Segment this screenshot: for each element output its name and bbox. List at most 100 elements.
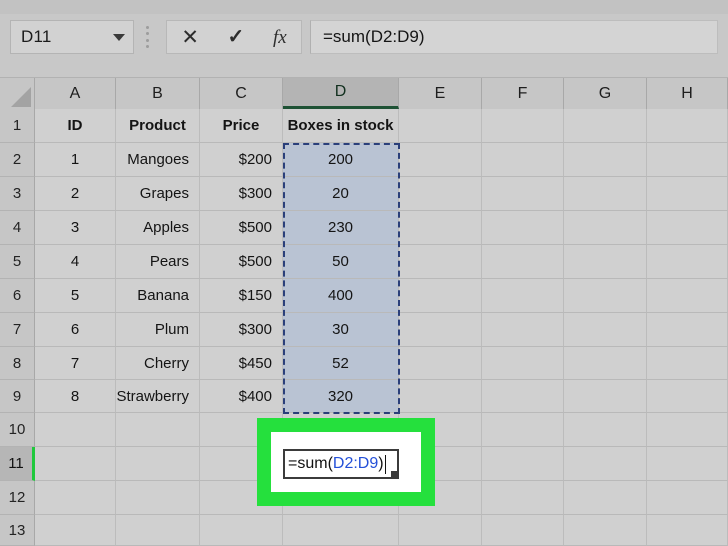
cell-F4[interactable]	[482, 211, 564, 245]
row-header-11[interactable]: 11	[0, 447, 35, 481]
cell-C1-header[interactable]: Price	[200, 109, 283, 143]
cell-A12[interactable]	[35, 481, 116, 515]
column-header-C[interactable]: C	[200, 78, 283, 109]
row-header-4[interactable]: 4	[0, 211, 35, 245]
cell-E4[interactable]	[399, 211, 482, 245]
cell-G6[interactable]	[564, 279, 647, 313]
cell-E5[interactable]	[399, 245, 482, 279]
cell-B6[interactable]: Banana	[116, 279, 200, 313]
cell-D6[interactable]: 400	[283, 279, 399, 313]
cell-E6[interactable]	[399, 279, 482, 313]
cell-G3[interactable]	[564, 177, 647, 211]
cell-B3[interactable]: Grapes	[116, 177, 200, 211]
cell-F7[interactable]	[482, 313, 564, 347]
cell-H10[interactable]	[647, 413, 728, 447]
cell-D2[interactable]: 200	[283, 143, 399, 177]
cell-A5[interactable]: 4	[35, 245, 116, 279]
cell-B10[interactable]	[116, 413, 200, 447]
worksheet-grid[interactable]: ABCDEFGH 1 2 3 4 5 6 7 8 9 10 11 12 13 ID Product Pric…	[0, 78, 728, 546]
cell-A7[interactable]: 6	[35, 313, 116, 347]
cell-E13[interactable]	[399, 515, 482, 546]
cell-editor-D11[interactable]: =sum(D2:D9)	[283, 449, 399, 479]
select-all-corner[interactable]	[0, 78, 35, 109]
cell-H3[interactable]	[647, 177, 728, 211]
row-header-2[interactable]: 2	[0, 143, 35, 177]
cell-E2[interactable]	[399, 143, 482, 177]
cell-G9[interactable]	[564, 380, 647, 413]
cell-C4[interactable]: $500	[200, 211, 283, 245]
column-header-D[interactable]: D	[283, 78, 399, 109]
cell-G11[interactable]	[564, 447, 647, 481]
cell-D4[interactable]: 230	[283, 211, 399, 245]
cell-B2[interactable]: Mangoes	[116, 143, 200, 177]
cell-H4[interactable]	[647, 211, 728, 245]
cell-C5[interactable]: $500	[200, 245, 283, 279]
cell-A11[interactable]	[35, 447, 116, 481]
cell-A10[interactable]	[35, 413, 116, 447]
cell-D3[interactable]: 20	[283, 177, 399, 211]
name-box[interactable]: D11	[10, 20, 134, 54]
column-header-B[interactable]: B	[116, 78, 200, 109]
cell-H7[interactable]	[647, 313, 728, 347]
cell-A6[interactable]: 5	[35, 279, 116, 313]
cell-G8[interactable]	[564, 347, 647, 380]
cell-B4[interactable]: Apples	[116, 211, 200, 245]
cell-C7[interactable]: $300	[200, 313, 283, 347]
cell-D1-header[interactable]: Boxes in stock	[283, 109, 399, 143]
cell-F12[interactable]	[482, 481, 564, 515]
cell-E7[interactable]	[399, 313, 482, 347]
cell-H11[interactable]	[647, 447, 728, 481]
cell-D13[interactable]	[283, 515, 399, 546]
cell-F2[interactable]	[482, 143, 564, 177]
cell-F11[interactable]	[482, 447, 564, 481]
cell-B9[interactable]: Strawberry	[116, 380, 200, 413]
fx-icon[interactable]: fx	[273, 28, 287, 47]
cell-D7[interactable]: 30	[283, 313, 399, 347]
cell-G5[interactable]	[564, 245, 647, 279]
row-header-1[interactable]: 1	[0, 109, 35, 143]
cell-E8[interactable]	[399, 347, 482, 380]
column-header-E[interactable]: E	[399, 78, 482, 109]
cell-G10[interactable]	[564, 413, 647, 447]
cell-H5[interactable]	[647, 245, 728, 279]
cell-F6[interactable]	[482, 279, 564, 313]
cell-E3[interactable]	[399, 177, 482, 211]
cell-H1[interactable]	[647, 109, 728, 143]
row-header-8[interactable]: 8	[0, 347, 35, 380]
cell-E1[interactable]	[399, 109, 482, 143]
cell-H2[interactable]	[647, 143, 728, 177]
row-header-13[interactable]: 13	[0, 515, 35, 546]
row-header-9[interactable]: 9	[0, 380, 35, 413]
column-header-H[interactable]: H	[647, 78, 728, 109]
row-header-7[interactable]: 7	[0, 313, 35, 347]
row-header-12[interactable]: 12	[0, 481, 35, 515]
cell-B8[interactable]: Cherry	[116, 347, 200, 380]
cell-B13[interactable]	[116, 515, 200, 546]
cell-A2[interactable]: 1	[35, 143, 116, 177]
chevron-down-icon[interactable]	[113, 33, 125, 41]
cell-A9[interactable]: 8	[35, 380, 116, 413]
cell-C2[interactable]: $200	[200, 143, 283, 177]
cell-G12[interactable]	[564, 481, 647, 515]
formula-input[interactable]: =sum(D2:D9)	[310, 20, 718, 54]
cell-G13[interactable]	[564, 515, 647, 546]
cell-D8[interactable]: 52	[283, 347, 399, 380]
row-header-3[interactable]: 3	[0, 177, 35, 211]
cell-C13[interactable]	[200, 515, 283, 546]
cell-A8[interactable]: 7	[35, 347, 116, 380]
cell-F10[interactable]	[482, 413, 564, 447]
cell-F3[interactable]	[482, 177, 564, 211]
column-header-A[interactable]: A	[35, 78, 116, 109]
cell-C9[interactable]: $400	[200, 380, 283, 413]
row-header-10[interactable]: 10	[0, 413, 35, 447]
row-header-6[interactable]: 6	[0, 279, 35, 313]
cell-F9[interactable]	[482, 380, 564, 413]
cell-H12[interactable]	[647, 481, 728, 515]
cell-A13[interactable]	[35, 515, 116, 546]
cell-C3[interactable]: $300	[200, 177, 283, 211]
cell-A3[interactable]: 2	[35, 177, 116, 211]
cell-B7[interactable]: Plum	[116, 313, 200, 347]
cell-D5[interactable]: 50	[283, 245, 399, 279]
cell-A4[interactable]: 3	[35, 211, 116, 245]
cell-E9[interactable]	[399, 380, 482, 413]
